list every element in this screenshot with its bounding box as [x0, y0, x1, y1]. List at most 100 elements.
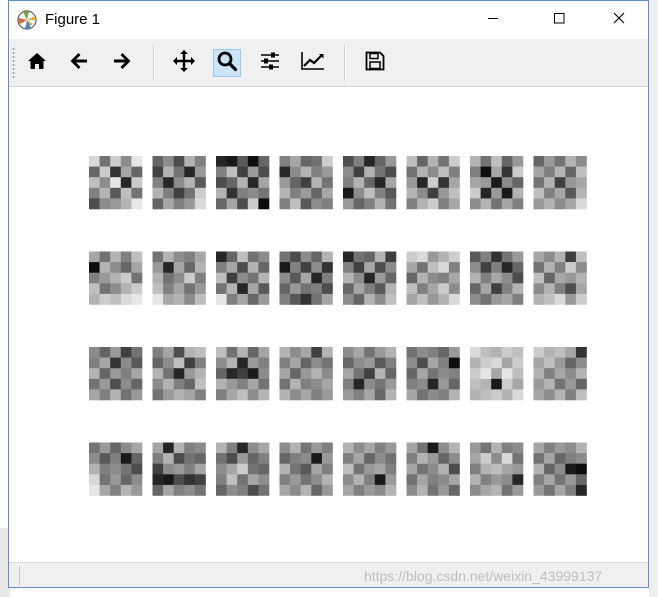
pixel-cell: [575, 283, 587, 295]
pixel-cell: [290, 166, 301, 178]
image-tile: [152, 251, 206, 305]
figure-canvas[interactable]: [9, 87, 648, 562]
pixel-cell: [554, 378, 566, 390]
pixel-cell: [163, 442, 174, 454]
pixel-cell: [448, 272, 460, 284]
pixel-cell: [533, 368, 545, 380]
pixel-cell: [321, 156, 333, 167]
back-button[interactable]: [65, 49, 93, 77]
pixel-cell: [152, 177, 164, 189]
pixel-cell: [300, 251, 312, 263]
pixel-cell: [427, 474, 439, 486]
image-tile: [343, 347, 397, 401]
pixel-cell: [554, 283, 566, 295]
pixel-cell: [247, 474, 259, 486]
pixel-cell: [173, 463, 185, 475]
pixel-cell: [152, 357, 164, 369]
image-tile: [470, 251, 524, 305]
image-tile: [406, 251, 460, 305]
pixel-cell: [173, 389, 185, 401]
pixel-cell: [427, 357, 439, 369]
image-tile: [279, 442, 333, 496]
pixel-cell: [385, 251, 397, 263]
pixel-cell: [173, 262, 185, 273]
pixel-cell: [131, 378, 143, 390]
pixel-cell: [554, 453, 566, 464]
pixel-cell: [184, 283, 196, 295]
edit-axes-button[interactable]: [299, 49, 327, 77]
image-tile: [533, 251, 587, 305]
pixel-cell: [480, 347, 492, 358]
pixel-cell: [120, 484, 132, 496]
pixel-cell: [120, 293, 132, 305]
pixel-cell: [470, 187, 481, 199]
pixel-cell: [533, 272, 545, 284]
pixel-cell: [216, 187, 227, 199]
pixel-cell: [417, 166, 428, 178]
pixel-cell: [448, 474, 460, 486]
move-icon: [172, 49, 196, 78]
pixel-cell: [163, 198, 174, 210]
minimize-button[interactable]: [470, 1, 516, 39]
pixel-cell: [491, 156, 503, 167]
pixel-cell: [99, 378, 111, 390]
image-tile: [279, 156, 333, 210]
pixel-cell: [152, 463, 164, 475]
pixel-cell: [311, 484, 323, 496]
pixel-cell: [491, 177, 503, 189]
pixel-cell: [406, 484, 418, 496]
image-tile: [279, 251, 333, 305]
pixel-cell: [417, 156, 428, 167]
pixel-cell: [364, 198, 376, 210]
pixel-cell: [216, 453, 227, 464]
image-tile: [152, 442, 206, 496]
pixel-cell: [152, 484, 164, 496]
pixel-cell: [152, 156, 164, 167]
pixel-cell: [491, 442, 503, 454]
image-tile: [470, 156, 524, 210]
pixel-cell: [417, 198, 428, 210]
title-bar[interactable]: Figure 1: [9, 1, 648, 39]
configure-subplots-button[interactable]: [256, 49, 284, 77]
pixel-cell: [364, 463, 376, 475]
pixel-cell: [438, 198, 450, 210]
pan-button[interactable]: [170, 49, 198, 77]
pixel-cell: [311, 368, 323, 380]
pixel-cell: [470, 453, 481, 464]
pixel-cell: [321, 272, 333, 284]
zoom-button[interactable]: [213, 49, 241, 77]
pixel-cell: [290, 463, 301, 475]
pixel-cell: [110, 484, 122, 496]
maximize-button[interactable]: [536, 1, 582, 39]
pixel-cell: [131, 198, 143, 210]
pixel-cell: [533, 156, 545, 167]
pixel-cell: [321, 166, 333, 178]
pixel-cell: [480, 177, 492, 189]
close-button[interactable]: [596, 1, 642, 39]
pixel-cell: [544, 378, 555, 390]
pixel-cell: [173, 187, 185, 199]
pixel-cell: [427, 347, 439, 358]
pixel-cell: [343, 272, 354, 284]
pixel-cell: [417, 368, 428, 380]
toolbar-separator: [344, 45, 346, 81]
pixel-cell: [480, 272, 492, 284]
pixel-cell: [512, 187, 524, 199]
pixel-cell: [247, 272, 259, 284]
pixel-cell: [163, 347, 174, 358]
pixel-cell: [120, 251, 132, 263]
arrow-left-icon: [68, 50, 90, 77]
pixel-cell: [353, 156, 365, 167]
toolbar-grip[interactable]: [12, 47, 15, 79]
pixel-cell: [353, 484, 365, 496]
pixel-cell: [258, 272, 270, 284]
home-button[interactable]: [23, 49, 51, 77]
pixel-cell: [353, 378, 365, 390]
save-button[interactable]: [361, 49, 389, 77]
pixel-cell: [152, 474, 164, 486]
pixel-cell: [427, 484, 439, 496]
forward-button[interactable]: [108, 49, 136, 77]
pixel-cell: [353, 474, 365, 486]
pixel-cell: [427, 293, 439, 305]
pixel-cell: [491, 453, 503, 464]
